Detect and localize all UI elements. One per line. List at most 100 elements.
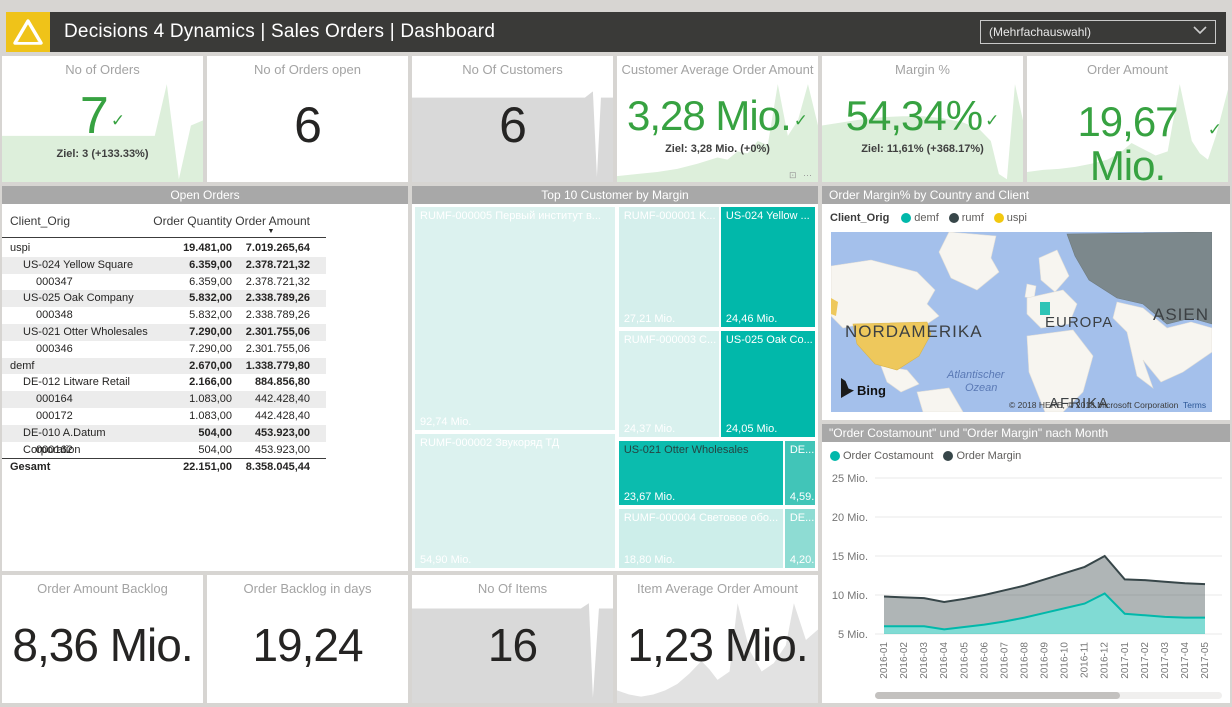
svg-text:2017-04: 2017-04: [1180, 642, 1191, 679]
legend-item-label: rumf: [962, 212, 984, 224]
kpi-tile-customer-average-order-amount[interactable]: Customer Average Order Amount3,28 Mio.✓Z…: [617, 56, 818, 182]
kpi-value: 3,28 Mio.: [627, 95, 791, 137]
legend-item-demf[interactable]: demf: [901, 212, 938, 224]
cell-client: Gesamt: [2, 459, 152, 475]
cell-quantity: 7.290,00: [152, 341, 232, 358]
treemap-plot: RUMF-000005 Первый институт в...92,74 Mi…: [414, 206, 816, 569]
cell-quantity: 2.166,00: [152, 374, 232, 391]
svg-text:2016-03: 2016-03: [919, 642, 930, 679]
dropdown-value: (Mehrfachauswahl): [989, 25, 1091, 39]
kpi-tile-margin[interactable]: Margin %54,34%✓Ziel: 11,61% (+368.17%): [822, 56, 1023, 182]
table-row-000346[interactable]: 0003467.290,002.301.755,06: [2, 341, 326, 358]
map-terms-link[interactable]: Terms: [1183, 400, 1206, 410]
table-row-gesamt[interactable]: Gesamt22.151,008.358.045,44: [2, 458, 326, 475]
cell-quantity: 6.359,00: [152, 274, 232, 291]
cell-client: 000347: [2, 274, 152, 291]
kpi-tile-order-amount-backlog[interactable]: Order Amount Backlog8,36 Mio.: [2, 575, 203, 703]
svg-text:15 Mio.: 15 Mio.: [832, 551, 868, 563]
table-row-000347[interactable]: 0003476.359,002.378.721,32: [2, 274, 326, 291]
table-row-us-021-otter-wholesales[interactable]: US-021 Otter Wholesales7.290,002.301.755…: [2, 324, 326, 341]
cell-amount: 453.923,00: [232, 442, 310, 459]
sort-descending-icon: ▼: [232, 228, 310, 236]
svg-text:2017-03: 2017-03: [1160, 642, 1171, 679]
kpi-tile-no-of-items[interactable]: No Of Items16: [412, 575, 613, 703]
column-header-quantity[interactable]: Order Quantity: [152, 214, 232, 236]
kpi-tile-order-backlog-in-days[interactable]: Order Backlog in days19,24: [207, 575, 408, 703]
treemap-tile-label: DE...: [785, 509, 815, 524]
cell-amount: 442.428,40: [232, 408, 310, 425]
column-header-client[interactable]: Client_Orig: [2, 214, 152, 236]
kpi-value: 16: [488, 622, 537, 668]
cell-client: 000164: [2, 391, 152, 408]
treemap-tile-us-025-oak-co[interactable]: US-025 Oak Co...24,05 Mio.: [720, 330, 816, 438]
svg-text:2016-12: 2016-12: [1100, 642, 1111, 679]
treemap-tile-label: RUMF-000001 K...: [619, 207, 719, 222]
table-row-uspi[interactable]: uspi19.481,007.019.265,64: [2, 240, 326, 257]
map-panel: Order Margin% by Country and Client Clie…: [822, 186, 1230, 420]
tile-options-icons[interactable]: ⊡ ⋯: [789, 170, 814, 181]
treemap-tile-value: 27,21 Mio.: [624, 313, 675, 325]
bing-map[interactable]: NORDAMERIKA EUROPA ASIEN AFRIKA Atlantis…: [831, 232, 1212, 412]
table-row-us-024-yellow-square[interactable]: US-024 Yellow Square6.359,002.378.721,32: [2, 257, 326, 274]
treemap-tile-label: US-024 Yellow ...: [721, 207, 815, 222]
treemap-tile-rumf-000004[interactable]: RUMF-000004 Световое обо...18,80 Mio.: [618, 508, 784, 569]
cell-amount: 1.338.779,80: [232, 358, 310, 375]
table-row-de-010-a-datum-corporation[interactable]: DE-010 A.Datum Corporation504,00453.923,…: [2, 425, 326, 442]
treemap-tile-de[interactable]: DE...4,20...: [784, 508, 816, 569]
treemap-tile-value: 92,74 Mio.: [420, 416, 471, 428]
svg-text:2016-11: 2016-11: [1080, 642, 1091, 678]
kpi-value: 6: [294, 100, 321, 150]
map-label-asien: ASIEN: [1153, 305, 1209, 324]
kpi-tile-no-of-orders-open[interactable]: No of Orders open6: [207, 56, 408, 182]
bing-label[interactable]: Bing: [857, 383, 886, 398]
kpi-target: Ziel: 3,28 Mio. (+0%): [665, 143, 770, 155]
table-row-000348[interactable]: 0003485.832,002.338.789,26: [2, 307, 326, 324]
legend-item-rumf[interactable]: rumf: [949, 212, 984, 224]
cell-amount: 2.338.789,26: [232, 307, 310, 324]
table-row-000162[interactable]: 000162504,00453.923,00: [2, 442, 326, 459]
cell-client: 000348: [2, 307, 152, 324]
chart-scrollbar-thumb[interactable]: [875, 692, 1120, 699]
kpi-tile-order-amount[interactable]: Order Amount19,67 Mio.✓: [1027, 56, 1228, 182]
treemap-tile-label: RUMF-000004 Световое обо...: [619, 509, 783, 524]
table-row-000164[interactable]: 0001641.083,00442.428,40: [2, 391, 326, 408]
svg-text:2017-01: 2017-01: [1120, 642, 1131, 679]
treemap-tile-value: 54,90 Mio.: [420, 554, 471, 566]
treemap-tile-rumf-000005[interactable]: RUMF-000005 Первый институт в...92,74 Mi…: [414, 206, 616, 431]
svg-text:2016-07: 2016-07: [999, 642, 1010, 679]
cell-quantity: 504,00: [152, 425, 232, 442]
treemap-tile-label: RUMF-000003 C...: [619, 331, 719, 346]
cell-quantity: 1.083,00: [152, 391, 232, 408]
table-row-us-025-oak-company[interactable]: US-025 Oak Company5.832,002.338.789,26: [2, 290, 326, 307]
kpi-tile-item-average-order-amount[interactable]: Item Average Order Amount1,23 Mio.: [617, 575, 818, 703]
treemap-tile-value: 24,46 Mio.: [726, 313, 777, 325]
treemap-panel: Top 10 Customer by Margin RUMF-000005 Пе…: [412, 186, 818, 571]
svg-text:20 Mio.: 20 Mio.: [832, 512, 868, 524]
kpi-value: 7: [80, 90, 108, 142]
treemap-tile-us-024-yellow[interactable]: US-024 Yellow ... 24,46 Mio.: [720, 206, 816, 328]
cell-client: 000162: [2, 442, 152, 459]
column-header-amount[interactable]: Order Amount ▼: [232, 214, 310, 236]
kpi-tile-no-of-orders[interactable]: No of Orders7✓Ziel: 3 (+133.33%): [2, 56, 203, 182]
treemap-tile-rumf-000001-k[interactable]: RUMF-000001 K... 27,21 Mio.: [618, 206, 720, 328]
multiselect-dropdown[interactable]: (Mehrfachauswahl): [980, 20, 1216, 44]
company-logo-icon: [6, 12, 50, 52]
chevron-down-icon: [1193, 26, 1207, 38]
svg-text:25 Mio.: 25 Mio.: [832, 473, 868, 485]
table-row-000172[interactable]: 0001721.083,00442.428,40: [2, 408, 326, 425]
open-orders-title: Open Orders: [2, 186, 408, 204]
chart-scrollbar-track[interactable]: [875, 692, 1222, 699]
svg-text:2016-06: 2016-06: [979, 642, 990, 679]
table-header[interactable]: Client_Orig Order Quantity Order Amount …: [2, 214, 326, 238]
cell-quantity: 2.670,00: [152, 358, 232, 375]
legend-item-uspi[interactable]: uspi: [994, 212, 1027, 224]
treemap-tile-us-021-otter-wholesales[interactable]: US-021 Otter Wholesales23,67 Mio.: [618, 440, 784, 506]
kpi-tile-no-of-customers[interactable]: No Of Customers6: [412, 56, 613, 182]
table-row-demf[interactable]: demf2.670,001.338.779,80: [2, 358, 326, 375]
treemap-tile-rumf-000002[interactable]: RUMF-000002 Звукоряд ТД54,90 Mio.: [414, 433, 616, 569]
cell-client: US-021 Otter Wholesales: [2, 324, 152, 341]
treemap-tile-rumf-000003-c[interactable]: RUMF-000003 C...24,37 Mio.: [618, 330, 720, 438]
treemap-tile-de[interactable]: DE...4,59...: [784, 440, 816, 506]
map-label-nordamerika: NORDAMERIKA: [845, 322, 983, 341]
table-row-de-012-litware-retail[interactable]: DE-012 Litware Retail2.166,00884.856,80: [2, 374, 326, 391]
